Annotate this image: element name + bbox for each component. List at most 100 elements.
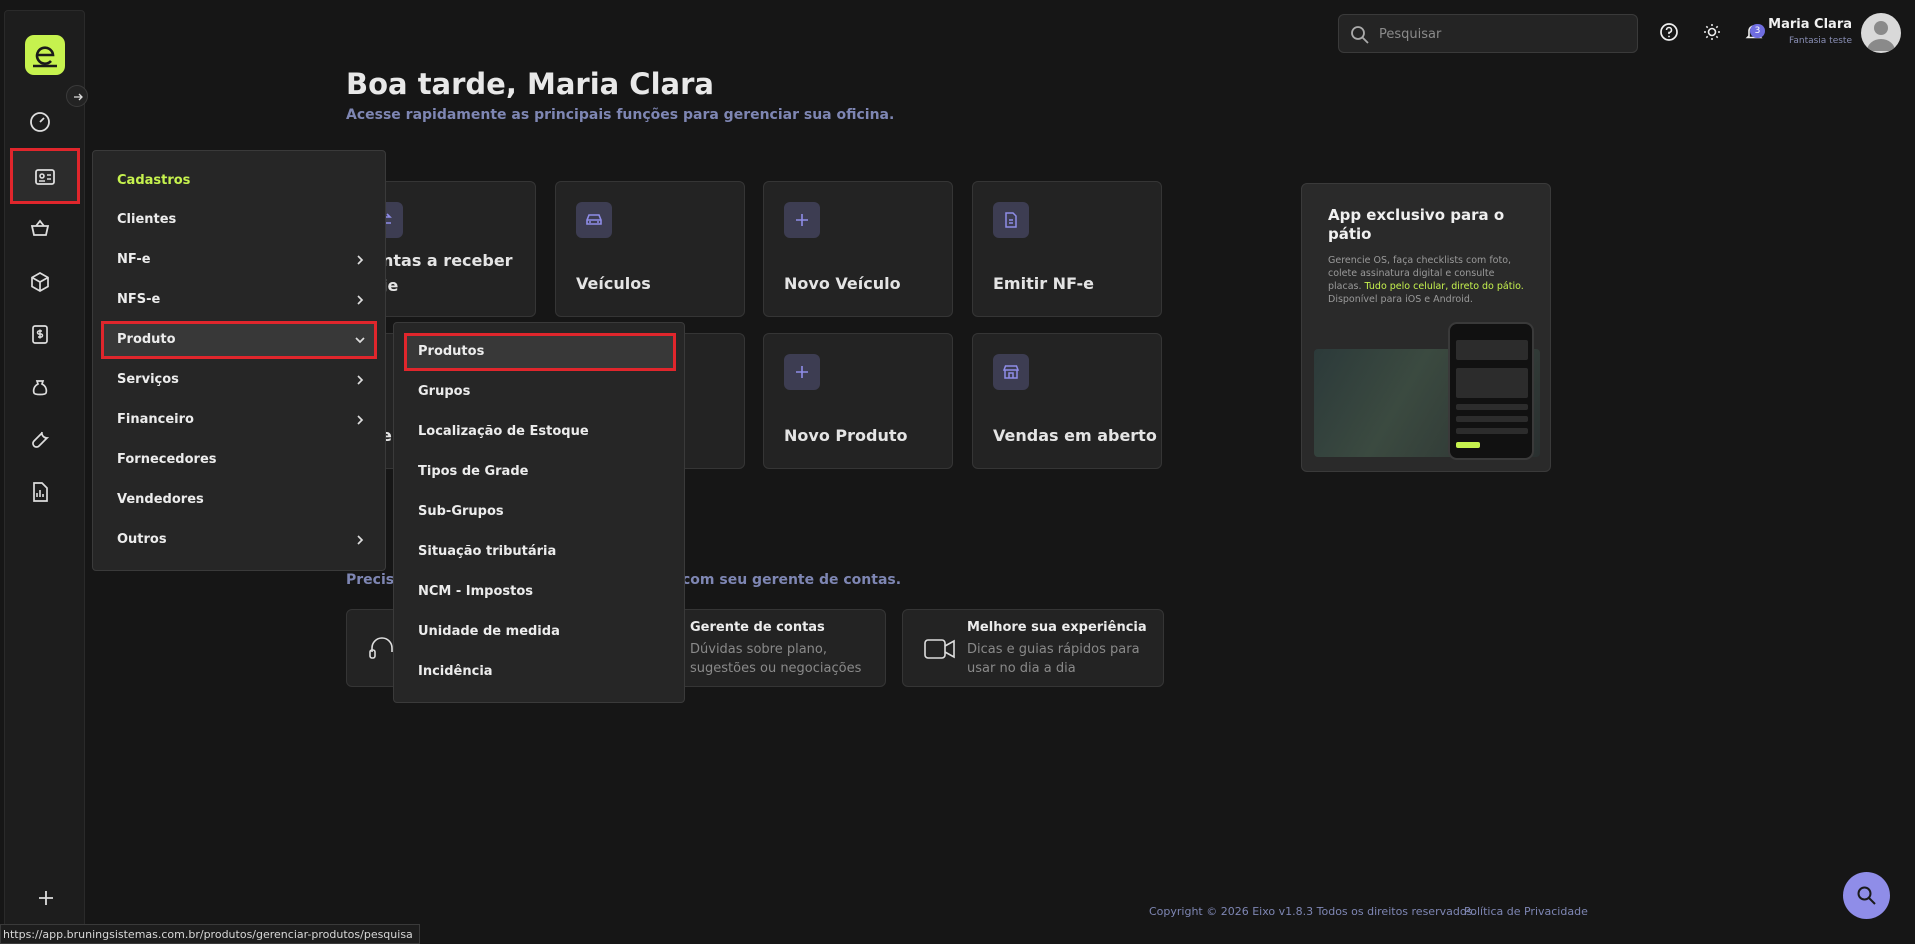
help-icon[interactable]	[1659, 22, 1681, 44]
chevron-right-icon	[357, 295, 364, 305]
submenu-item-situacao-tributaria[interactable]: Situação tributária	[404, 533, 676, 571]
floating-search-button[interactable]	[1843, 872, 1890, 919]
theme-sun-icon[interactable]	[1702, 22, 1724, 44]
chevron-right-icon	[357, 535, 364, 545]
add-icon[interactable]	[36, 888, 56, 908]
car-icon	[576, 202, 612, 238]
promo-app-card[interactable]: App exclusivo para o pátio Gerencie OS, …	[1301, 183, 1551, 472]
card-label: Veículos	[576, 274, 651, 293]
page-subtitle: Acesse rapidamente as principais funções…	[346, 107, 895, 123]
menu-item-vendedores[interactable]: Vendedores	[101, 481, 377, 519]
submenu-item-label: Grupos	[418, 384, 471, 399]
cadastros-menu: Cadastros Clientes NF-e NFS-e Produto Se…	[92, 150, 386, 571]
money-bag-icon[interactable]	[28, 375, 54, 401]
dashboard-gauge-icon[interactable]	[28, 110, 54, 136]
status-bar-url: https://app.bruningsistemas.com.br/produ…	[0, 924, 420, 944]
promo-text-part: Disponível para iOS e Android.	[1328, 294, 1473, 305]
submenu-item-incidencia[interactable]: Incidência	[404, 653, 676, 691]
eixo-logo-icon[interactable]	[25, 35, 65, 75]
submenu-item-label: Situação tributária	[418, 544, 557, 559]
card-vendas-aberto[interactable]: Vendas em aberto	[972, 333, 1162, 469]
menu-item-label: Outros	[117, 532, 167, 547]
submenu-item-localizacao[interactable]: Localização de Estoque	[404, 413, 676, 451]
reports-chart-icon[interactable]	[28, 480, 54, 506]
card-veiculos[interactable]: Veículos	[555, 181, 745, 317]
menu-header: Cadastros	[117, 173, 191, 188]
menu-item-nfe[interactable]: NF-e	[101, 241, 377, 279]
submenu-item-label: NCM - Impostos	[418, 584, 534, 599]
search-icon	[1857, 886, 1876, 905]
promo-title: App exclusivo para o pátio	[1328, 206, 1505, 243]
menu-item-financeiro[interactable]: Financeiro	[101, 401, 377, 439]
menu-item-label: Fornecedores	[117, 452, 217, 467]
avatar[interactable]	[1861, 13, 1901, 53]
card-novo-veiculo[interactable]: Novo Veículo	[763, 181, 953, 317]
menu-item-label: Clientes	[117, 212, 177, 227]
promo-text: Gerencie OS, faça checklists com foto, c…	[1328, 254, 1528, 306]
menu-item-label: Vendedores	[117, 492, 204, 507]
video-camera-icon	[924, 639, 955, 659]
basket-icon[interactable]	[28, 216, 54, 242]
submenu-item-grupos[interactable]: Grupos	[404, 373, 676, 411]
menu-item-label: Financeiro	[117, 412, 194, 427]
chevron-down-icon	[355, 337, 365, 344]
menu-item-outros[interactable]: Outros	[101, 521, 377, 559]
plus-icon	[784, 354, 820, 390]
produto-submenu: Produtos Grupos Localização de Estoque T…	[393, 322, 685, 703]
menu-item-fornecedores[interactable]: Fornecedores	[101, 441, 377, 479]
wrench-icon[interactable]	[28, 428, 54, 454]
menu-item-servicos[interactable]: Serviços	[101, 361, 377, 399]
chevron-right-icon	[357, 375, 364, 385]
sidebar-item-cadastros[interactable]	[10, 148, 80, 204]
card-label: ntas a receber	[382, 251, 513, 270]
support-title-post: com seu gerente de contas.	[682, 572, 902, 588]
submenu-item-sub-grupos[interactable]: Sub-Grupos	[404, 493, 676, 531]
menu-item-label: NF-e	[117, 252, 151, 267]
card-label: Emitir NF-e	[993, 274, 1094, 293]
invoice-dollar-icon[interactable]	[28, 322, 54, 348]
search-input[interactable]	[1379, 23, 1629, 45]
copyright: Copyright © 2026 Eixo v1.8.3 Todos os di…	[1149, 905, 1476, 918]
submenu-item-label: Produtos	[418, 344, 485, 359]
menu-item-produto[interactable]: Produto	[101, 321, 377, 359]
submenu-item-unidade[interactable]: Unidade de medida	[404, 613, 676, 651]
sidebar-expand-icon[interactable]	[66, 85, 88, 107]
notification-badge: 3	[1750, 24, 1765, 38]
phone-mockup	[1448, 322, 1534, 460]
menu-item-label: NFS-e	[117, 292, 161, 307]
submenu-item-label: Tipos de Grade	[418, 464, 529, 479]
card-label: Novo Veículo	[784, 274, 901, 293]
menu-item-label: Serviços	[117, 372, 179, 387]
search-box[interactable]	[1338, 14, 1638, 53]
support-card-desc: Dicas e guias rápidos para usar no dia a…	[967, 642, 1140, 676]
chevron-right-icon	[357, 255, 364, 265]
chevron-right-icon	[357, 415, 364, 425]
menu-item-nfse[interactable]: NFS-e	[101, 281, 377, 319]
document-icon	[993, 202, 1029, 238]
support-card-desc: Dúvidas sobre plano, sugestões ou negoci…	[690, 642, 862, 676]
submenu-item-label: Incidência	[418, 664, 493, 679]
submenu-item-produtos[interactable]: Produtos	[404, 333, 676, 371]
search-icon	[1351, 26, 1369, 44]
user-name[interactable]: Maria Clara	[1768, 17, 1852, 32]
user-company: Fantasia teste	[1789, 36, 1852, 46]
privacy-link[interactable]: Política de Privacidade	[1464, 905, 1588, 918]
submenu-item-tipos-grade[interactable]: Tipos de Grade	[404, 453, 676, 491]
menu-item-label: Produto	[117, 332, 176, 347]
support-card-experiencia[interactable]: Melhore sua experiência Dicas e guias rá…	[902, 609, 1164, 687]
submenu-item-label: Localização de Estoque	[418, 424, 589, 439]
plus-icon	[784, 202, 820, 238]
card-label: Vendas em aberto	[993, 426, 1157, 445]
box-icon[interactable]	[28, 270, 54, 296]
page-title: Boa tarde, Maria Clara	[346, 67, 714, 101]
card-novo-produto[interactable]: Novo Produto	[763, 333, 953, 469]
store-icon	[993, 354, 1029, 390]
menu-item-clientes[interactable]: Clientes	[101, 201, 377, 239]
promo-text-highlight: Tudo pelo celular, direto do pátio.	[1364, 281, 1524, 292]
submenu-item-label: Unidade de medida	[418, 624, 560, 639]
support-card-title: Gerente de contas	[690, 620, 825, 635]
submenu-item-ncm[interactable]: NCM - Impostos	[404, 573, 676, 611]
card-label: Novo Produto	[784, 426, 908, 445]
card-emitir-nfe[interactable]: Emitir NF-e	[972, 181, 1162, 317]
support-card-title: Melhore sua experiência	[967, 620, 1147, 635]
